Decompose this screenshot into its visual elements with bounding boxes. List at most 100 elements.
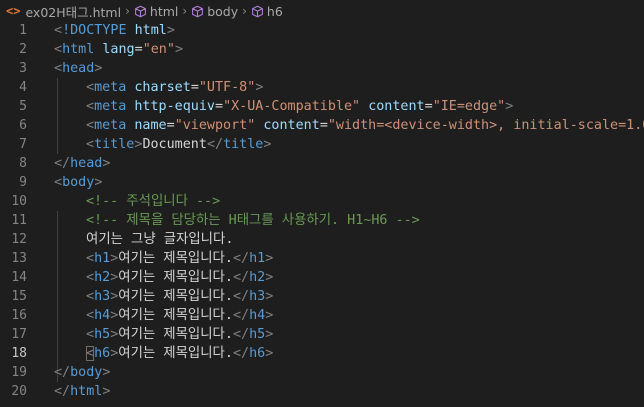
code-text[interactable]: <meta name="viewport" content="width=<de… xyxy=(86,116,644,135)
breadcrumb-file[interactable]: ex02H태그.html xyxy=(25,2,121,21)
line-number: 5 xyxy=(19,99,27,114)
token-tag-name: meta xyxy=(94,118,127,133)
token-tag-name: h6 xyxy=(249,346,266,361)
code-text[interactable]: <!-- 주석입니다 --> xyxy=(86,192,220,211)
token-attribute-value: "UTF-8" xyxy=(198,80,256,95)
code-line[interactable]: 4 <meta charset="UTF-8"> xyxy=(0,78,644,97)
code-text[interactable]: <title>Document</title> xyxy=(86,135,271,154)
code-line[interactable]: 15 <h3>여기는 제목입니다.</h3> xyxy=(0,287,644,306)
line-number: 4 xyxy=(19,80,27,95)
token-bracket: > xyxy=(265,251,274,266)
code-text[interactable]: </body> xyxy=(54,363,110,382)
code-text[interactable]: <h3>여기는 제목입니다.</h3> xyxy=(86,287,273,306)
code-text[interactable]: <head> xyxy=(54,59,102,78)
code-line[interactable]: 11 <!-- 제목을 담당하는 H태그를 사용하기. H1~H6 --> xyxy=(0,211,644,230)
token-bracket: > xyxy=(265,346,274,361)
token-tag-name: title xyxy=(94,137,135,152)
token-bracket: < xyxy=(54,175,63,190)
token-tag-name: body xyxy=(62,175,95,190)
code-text[interactable]: <h1>여기는 제목입니다.</h1> xyxy=(86,249,273,268)
line-number: 8 xyxy=(19,156,27,171)
code-line[interactable]: 20 </html> xyxy=(0,382,644,401)
code-line[interactable]: 5 <meta http-equiv="X-UA-Compatible" cont… xyxy=(0,97,644,116)
code-line[interactable]: 12 여기는 그냥 글자입니다. xyxy=(0,230,644,249)
token-tag-name: body xyxy=(70,365,103,380)
code-text[interactable]: <h4>여기는 제목입니다.</h4> xyxy=(86,306,273,325)
token-attribute-name: charset xyxy=(134,80,191,95)
breadcrumb-body[interactable]: body xyxy=(207,4,238,19)
breadcrumb-h6[interactable]: h6 xyxy=(267,4,283,19)
code-line[interactable]: 1 <!DOCTYPE html> xyxy=(0,21,644,40)
token-tag-name: html xyxy=(70,384,103,399)
chevron-right-icon: › xyxy=(182,4,188,18)
code-text[interactable]: <!-- 제목을 담당하는 H태그를 사용하기. H1~H6 --> xyxy=(86,211,420,230)
code-text[interactable]: <h2>여기는 제목입니다.</h2> xyxy=(86,268,273,287)
code-text[interactable]: <meta http-equiv="X-UA-Compatible" conte… xyxy=(86,97,513,116)
token-bracket: < xyxy=(86,289,95,304)
token-bracket: </ xyxy=(232,251,250,266)
token-text: 여기는 제목입니다. xyxy=(118,327,233,342)
code-line[interactable]: 17 <h5>여기는 제목입니다.</h5> xyxy=(0,325,644,344)
code-text[interactable]: <html lang="en"> xyxy=(54,40,183,59)
code-text[interactable]: <h5>여기는 제목입니다.</h5> xyxy=(86,325,273,344)
code-line[interactable]: 8 </head> xyxy=(0,154,644,173)
code-line[interactable]: 6 <meta name="viewport" content="width=<d… xyxy=(0,116,644,135)
token-text: 여기는 제목입니다. xyxy=(118,289,233,304)
token-bracket: < xyxy=(54,23,63,38)
token-tag-name: meta xyxy=(94,99,127,114)
code-text[interactable]: <h6>여기는 제목입니다.</h6> xyxy=(86,344,273,363)
token-bracket: </ xyxy=(232,346,250,361)
token-tag-name: head xyxy=(62,61,95,76)
code-line[interactable]: 14 <h2>여기는 제목입니다.</h2> xyxy=(0,268,644,287)
token-bracket: > xyxy=(166,23,175,38)
line-number: 18 xyxy=(11,346,27,361)
code-text[interactable]: </html> xyxy=(54,382,110,401)
token-bracket: </ xyxy=(54,384,71,399)
code-line[interactable]: 13 <h1>여기는 제목입니다.</h1> xyxy=(0,249,644,268)
token-attribute-value: "X-UA-Compatible" xyxy=(223,99,361,114)
token-attribute-value: "en" xyxy=(142,42,175,57)
code-line[interactable]: 7 <title>Document</title> xyxy=(0,135,644,154)
code-text[interactable]: <body> xyxy=(54,173,102,192)
token-attribute-name: http-equiv xyxy=(134,99,215,114)
token-tag-name: h2 xyxy=(94,270,111,285)
line-number: 10 xyxy=(11,194,27,209)
line-number: 16 xyxy=(11,308,27,323)
token-text: 여기는 제목입니다. xyxy=(118,346,233,361)
token-attribute-name: html xyxy=(134,23,167,38)
token-bracket: < xyxy=(86,327,95,342)
token-tag-name: h2 xyxy=(249,270,266,285)
breadcrumb-html[interactable]: html xyxy=(150,4,178,19)
token-bracket: > xyxy=(102,365,111,380)
code-text[interactable]: <meta charset="UTF-8"> xyxy=(86,78,263,97)
code-line[interactable]: 16 <h4>여기는 제목입니다.</h4> xyxy=(0,306,644,325)
code-text[interactable]: 여기는 그냥 글자입니다. xyxy=(86,230,233,249)
line-number: 13 xyxy=(11,251,27,266)
token-bracket: < xyxy=(54,61,63,76)
token-text: 여기는 그냥 글자입니다. xyxy=(86,232,234,247)
code-text[interactable]: <!DOCTYPE html> xyxy=(54,21,175,40)
line-number: 1 xyxy=(19,23,27,38)
token-tag-name: !DOCTYPE xyxy=(62,23,127,38)
code-line[interactable]: 19 </body> xyxy=(0,363,644,382)
token-bracket: </ xyxy=(232,327,250,342)
token-attribute-name: content xyxy=(368,99,425,114)
token-bracket: > xyxy=(102,156,111,171)
token-bracket: </ xyxy=(206,137,224,152)
token-tag-name: h3 xyxy=(249,289,266,304)
token-bracket: < xyxy=(86,80,95,95)
code-text[interactable]: </head> xyxy=(54,154,110,173)
chevron-right-icon: › xyxy=(242,4,247,18)
code-line[interactable]: 9 <body> xyxy=(0,173,644,192)
code-line[interactable]: 18 <h6>여기는 제목입니다.</h6> xyxy=(0,344,644,363)
code-line[interactable]: 2 <html lang="en"> xyxy=(0,40,644,59)
token-bracket: > xyxy=(102,384,111,399)
line-number: 15 xyxy=(11,289,27,304)
code-line[interactable]: 10 <!-- 주석입니다 --> xyxy=(0,192,644,211)
code-line[interactable]: 3 <head> xyxy=(0,59,644,78)
code-editor[interactable]: 1 <!DOCTYPE html> 2 <html lang="en"> 3 <head>… xyxy=(0,21,644,407)
token-text: 여기는 제목입니다. xyxy=(118,270,233,285)
line-number: 19 xyxy=(11,365,27,380)
